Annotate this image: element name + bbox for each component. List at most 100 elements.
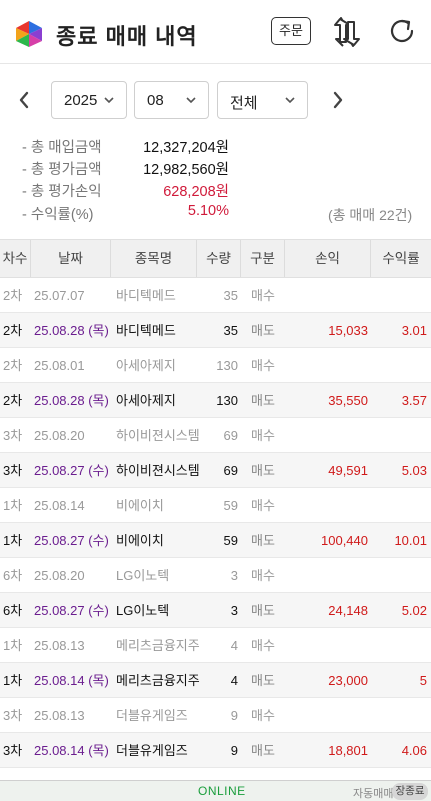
table-row[interactable]: 3차 25.08.13 더블유게임즈 9 매수: [0, 698, 431, 733]
cell-profit-loss: [286, 488, 368, 523]
cell-date: 25.08.27 (수): [34, 533, 109, 548]
cell-quantity: 59: [223, 533, 238, 548]
column-header: 구분: [241, 240, 285, 277]
column-header: 날짜: [31, 240, 111, 277]
cell-profit-loss: 49,591: [328, 463, 368, 478]
cell-return-rate: [372, 418, 427, 453]
cell-profit-loss: [286, 418, 368, 453]
cell-date: 25.08.20: [34, 568, 85, 583]
cell-trade-type: 매수: [251, 358, 275, 373]
app-logo-icon: [16, 21, 42, 47]
cell-quantity: 59: [223, 498, 238, 513]
cell-quantity: 130: [216, 358, 238, 373]
cell-return-rate: [372, 488, 427, 523]
refresh-icon[interactable]: [388, 17, 416, 45]
app-header: 종료 매매 내역 주문: [0, 0, 431, 64]
cell-stock-name: 더블유게임즈: [116, 708, 188, 723]
cell-return-rate: [372, 628, 427, 663]
cell-cha: 1차: [3, 638, 23, 653]
cell-trade-type: 매수: [251, 498, 275, 513]
year-select[interactable]: 2025: [51, 81, 127, 119]
trade-count: (총 매매 22건): [328, 207, 413, 223]
cell-trade-type: 매도: [251, 743, 275, 758]
cell-trade-type: 매도: [251, 533, 275, 548]
cell-date: 25.08.14: [34, 498, 85, 513]
cell-date: 25.08.27 (수): [34, 463, 109, 478]
table-row[interactable]: 3차 25.08.27 (수) 하이비젼시스템 69 매도 49,591 5.03: [0, 453, 431, 488]
table-row[interactable]: 2차 25.08.28 (목) 바디텍메드 35 매도 15,033 3.01: [0, 313, 431, 348]
cell-profit-loss: 23,000: [328, 673, 368, 688]
month-select[interactable]: 08: [134, 81, 209, 119]
cell-quantity: 9: [230, 708, 238, 723]
cell-cha: 3차: [3, 463, 23, 478]
cell-cha: 6차: [3, 568, 23, 583]
cell-quantity: 130: [216, 393, 238, 408]
chevron-down-icon: [104, 97, 114, 104]
table-row[interactable]: 1차 25.08.13 메리츠금융지주 4 매수: [0, 628, 431, 663]
cell-quantity: 4: [230, 673, 238, 688]
summary-label: - 수익률(%): [22, 207, 94, 223]
prev-month-arrow-icon[interactable]: [14, 88, 34, 112]
cell-date: 25.08.13: [34, 638, 85, 653]
cell-trade-type: 매수: [251, 638, 275, 653]
cell-profit-loss: 35,550: [328, 393, 368, 408]
table-row[interactable]: 3차 25.08.20 하이비젼시스템 69 매수: [0, 418, 431, 453]
cell-profit-loss: [286, 698, 368, 733]
cell-profit-loss: 24,148: [328, 603, 368, 618]
cell-profit-loss: [286, 558, 368, 593]
table-row[interactable]: 1차 25.08.14 비에이치 59 매수: [0, 488, 431, 523]
table-body: 2차 25.07.07 바디텍메드 35 매수 2차 25.08.28 (목) 바디텍메드 35…: [0, 278, 431, 768]
cell-stock-name: 아세아제지: [116, 393, 176, 408]
summary-label: - 총 매입금액: [22, 140, 102, 156]
order-button[interactable]: 주문: [271, 17, 311, 45]
table-row[interactable]: 2차 25.08.28 (목) 아세아제지 130 매도 35,550 3.57: [0, 383, 431, 418]
market-closed-badge: 장종료: [392, 783, 428, 800]
table-row[interactable]: 1차 25.08.27 (수) 비에이치 59 매도 100,440 10.01: [0, 523, 431, 558]
type-select[interactable]: 전체: [217, 81, 308, 119]
cell-cha: 2차: [3, 323, 23, 338]
table-row[interactable]: 3차 25.08.14 (목) 더블유게임즈 9 매도 18,801 4.06: [0, 733, 431, 768]
cell-date: 25.08.27 (수): [34, 603, 109, 618]
cell-stock-name: 하이비젼시스템: [116, 463, 200, 478]
swap-arrows-icon[interactable]: [331, 15, 363, 49]
next-month-arrow-icon[interactable]: [328, 88, 348, 112]
type-select-value: 전체: [230, 95, 258, 112]
year-select-value: 2025: [64, 92, 98, 109]
cell-cha: 1차: [3, 498, 23, 513]
cell-stock-name: 더블유게임즈: [116, 743, 188, 758]
cell-trade-type: 매도: [251, 463, 275, 478]
connection-status: ONLINE: [198, 784, 246, 798]
cell-quantity: 9: [230, 743, 238, 758]
cell-cha: 3차: [3, 428, 23, 443]
table-row[interactable]: 2차 25.07.07 바디텍메드 35 매수: [0, 278, 431, 313]
cell-stock-name: 하이비젼시스템: [116, 428, 200, 443]
cell-quantity: 69: [223, 428, 238, 443]
cell-trade-type: 매수: [251, 428, 275, 443]
cell-trade-type: 매수: [251, 288, 275, 303]
cell-trade-type: 매도: [251, 323, 275, 338]
column-header: 손익: [285, 240, 371, 277]
summary-value: 12,982,560원: [143, 162, 229, 178]
table-row[interactable]: 2차 25.08.01 아세아제지 130 매수: [0, 348, 431, 383]
cell-stock-name: 메리츠금융지주: [116, 673, 200, 688]
cell-cha: 2차: [3, 288, 23, 303]
month-select-value: 08: [147, 92, 164, 109]
table-row[interactable]: 6차 25.08.20 LG이노텍 3 매수: [0, 558, 431, 593]
cell-cha: 3차: [3, 743, 23, 758]
cell-date: 25.08.14 (목): [34, 743, 109, 758]
cell-return-rate: [372, 348, 427, 383]
cell-return-rate: 10.01: [394, 533, 427, 548]
cell-profit-loss: [286, 628, 368, 663]
table-row[interactable]: 1차 25.08.14 (목) 메리츠금융지주 4 매도 23,000 5: [0, 663, 431, 698]
cell-return-rate: 5: [419, 673, 427, 688]
cell-return-rate: 3.57: [401, 393, 427, 408]
cell-trade-type: 매도: [251, 673, 275, 688]
page-title: 종료 매매 내역: [56, 24, 198, 49]
column-header: 수량: [197, 240, 241, 277]
cell-stock-name: 바디텍메드: [116, 288, 176, 303]
table-row[interactable]: 6차 25.08.27 (수) LG이노텍 3 매도 24,148 5.02: [0, 593, 431, 628]
cell-date: 25.08.01: [34, 358, 85, 373]
cell-quantity: 3: [230, 568, 238, 583]
cell-stock-name: 비에이치: [116, 533, 164, 548]
cell-quantity: 35: [223, 288, 238, 303]
